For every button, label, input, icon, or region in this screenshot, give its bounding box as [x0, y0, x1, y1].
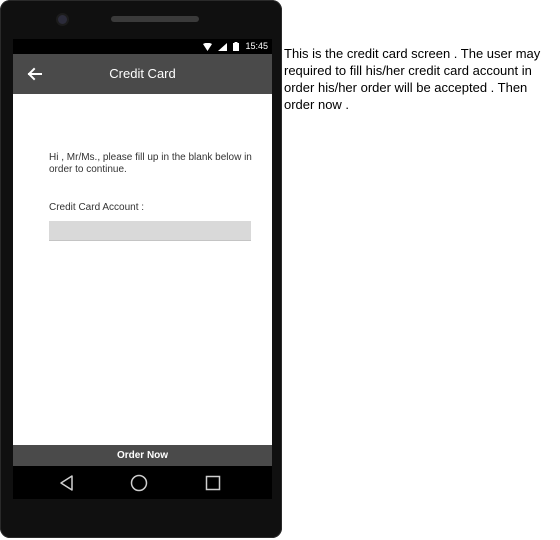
status-icons: 15:45 — [203, 41, 268, 52]
front-camera — [58, 15, 67, 24]
credit-card-input[interactable] — [49, 221, 251, 241]
status-time: 15:45 — [245, 41, 268, 51]
navigation-bar — [13, 466, 272, 499]
nav-recents-icon[interactable] — [204, 474, 222, 492]
order-now-button[interactable]: Order Now — [13, 445, 272, 466]
phone-screen: 15:45 Credit Card Hi , Mr/Ms., please fi… — [13, 39, 272, 499]
page-title: Credit Card — [109, 66, 176, 81]
annotation-text: This is the credit card screen . The use… — [284, 46, 541, 112]
credit-card-form: Hi , Mr/Ms., please fill up in the blank… — [13, 94, 272, 444]
signal-icon — [218, 42, 228, 51]
credit-card-label: Credit Card Account : — [49, 202, 145, 213]
app-bar: Credit Card — [13, 54, 272, 94]
phone-frame: 15:45 Credit Card Hi , Mr/Ms., please fi… — [0, 0, 282, 538]
instruction-text: Hi , Mr/Ms., please fill up in the blank… — [49, 152, 252, 175]
battery-icon — [233, 42, 240, 51]
earpiece-speaker — [111, 16, 199, 22]
nav-home-icon[interactable] — [130, 474, 148, 492]
status-bar: 15:45 — [13, 39, 272, 54]
wifi-icon — [203, 42, 213, 51]
nav-back-icon[interactable] — [58, 474, 76, 492]
